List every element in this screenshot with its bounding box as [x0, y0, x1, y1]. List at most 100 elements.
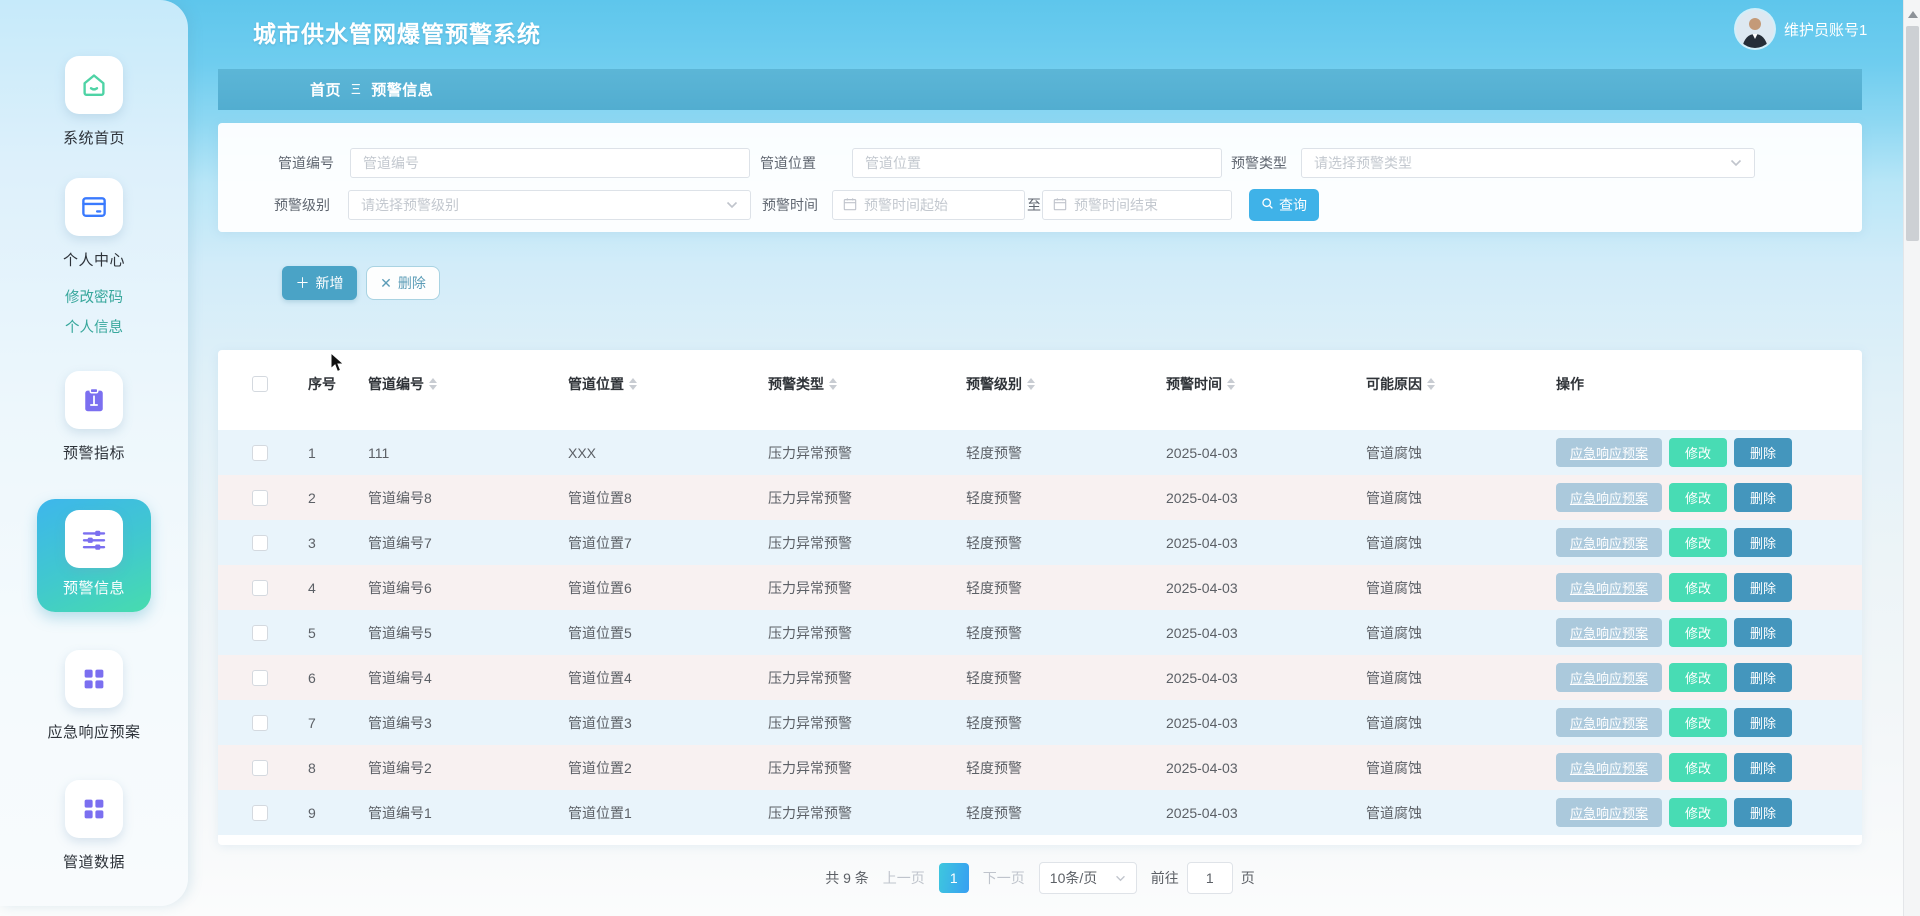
warning-level-select[interactable]: 请选择预警级别: [348, 190, 751, 220]
delete-button[interactable]: 删除: [1734, 798, 1792, 827]
sidebar-label: 管道数据: [63, 851, 125, 872]
next-page-button[interactable]: 下一页: [983, 868, 1025, 888]
row-checkbox[interactable]: [252, 625, 268, 641]
sidebar-item-warning-index[interactable]: 预警指标: [63, 371, 125, 463]
avatar: [1736, 10, 1774, 48]
page-size-select[interactable]: 10条/页: [1039, 862, 1137, 894]
row-checkbox[interactable]: [252, 715, 268, 731]
row-checkbox[interactable]: [252, 760, 268, 776]
header-warning-time[interactable]: 预警时间: [1166, 374, 1366, 394]
sort-icon[interactable]: [829, 378, 837, 390]
cell-cause: 管道腐蚀: [1366, 443, 1556, 463]
goto-page-input[interactable]: [1187, 862, 1233, 894]
user-menu[interactable]: 维护员账号1: [1736, 10, 1867, 48]
breadcrumb-home[interactable]: 首页: [310, 79, 341, 100]
sort-icon[interactable]: [429, 378, 437, 390]
scrollbar-thumb[interactable]: [1906, 26, 1919, 241]
cell-pipe-code: 管道编号3: [368, 713, 568, 733]
pipe-location-input[interactable]: [852, 148, 1222, 178]
profile-card-icon: [65, 178, 123, 236]
header-warning-type[interactable]: 预警类型: [768, 374, 966, 394]
edit-button[interactable]: 修改: [1669, 483, 1727, 512]
cell-cause: 管道腐蚀: [1366, 488, 1556, 508]
sidebar-item-profile[interactable]: 个人中心: [63, 178, 125, 270]
add-button[interactable]: ＋ 新增: [282, 266, 357, 300]
emergency-plan-button[interactable]: 应急响应预案: [1556, 438, 1662, 467]
current-page-button[interactable]: 1: [939, 863, 969, 893]
header-warning-level[interactable]: 预警级别: [966, 374, 1166, 394]
row-checkbox[interactable]: [252, 805, 268, 821]
sort-icon[interactable]: [629, 378, 637, 390]
header-cause[interactable]: 可能原因: [1366, 374, 1556, 394]
warning-time-end-input[interactable]: 预警时间结束: [1042, 190, 1232, 220]
delete-button[interactable]: 删除: [1734, 528, 1792, 557]
calendar-icon: [843, 197, 857, 214]
sort-icon[interactable]: [1227, 378, 1235, 390]
edit-button[interactable]: 修改: [1669, 438, 1727, 467]
edit-button[interactable]: 修改: [1669, 798, 1727, 827]
emergency-plan-button[interactable]: 应急响应预案: [1556, 528, 1662, 557]
close-icon: ✕: [380, 275, 392, 292]
edit-button[interactable]: 修改: [1669, 663, 1727, 692]
header-pipe-location[interactable]: 管道位置: [568, 374, 768, 394]
emergency-plan-button[interactable]: 应急响应预案: [1556, 573, 1662, 602]
delete-button[interactable]: 删除: [1734, 573, 1792, 602]
cell-pipe-location: 管道位置3: [568, 713, 768, 733]
pipe-code-input[interactable]: [350, 148, 750, 178]
row-checkbox[interactable]: [252, 490, 268, 506]
sidebar-item-warning-info-active[interactable]: 预警信息: [37, 499, 151, 612]
cell-index: 5: [308, 625, 368, 641]
delete-button[interactable]: 删除: [1734, 753, 1792, 782]
query-button[interactable]: 查询: [1249, 189, 1319, 221]
cell-cause: 管道腐蚀: [1366, 713, 1556, 733]
edit-button[interactable]: 修改: [1669, 708, 1727, 737]
chevron-down-icon: [1730, 159, 1742, 167]
sort-icon[interactable]: [1027, 378, 1035, 390]
cell-cause: 管道腐蚀: [1366, 668, 1556, 688]
home-icon: [65, 56, 123, 114]
personal-info-link[interactable]: 个人信息: [65, 316, 123, 337]
edit-button[interactable]: 修改: [1669, 753, 1727, 782]
emergency-plan-button[interactable]: 应急响应预案: [1556, 753, 1662, 782]
emergency-plan-button[interactable]: 应急响应预案: [1556, 663, 1662, 692]
prev-page-button[interactable]: 上一页: [883, 868, 925, 888]
cell-pipe-code: 管道编号5: [368, 623, 568, 643]
edit-button[interactable]: 修改: [1669, 573, 1727, 602]
sort-icon[interactable]: [1427, 378, 1435, 390]
emergency-plan-button[interactable]: 应急响应预案: [1556, 798, 1662, 827]
row-checkbox[interactable]: [252, 535, 268, 551]
emergency-plan-button[interactable]: 应急响应预案: [1556, 618, 1662, 647]
warning-type-select[interactable]: 请选择预警类型: [1301, 148, 1755, 178]
cell-warning-time: 2025-04-03: [1166, 715, 1366, 731]
delete-button[interactable]: 删除: [1734, 663, 1792, 692]
change-password-link[interactable]: 修改密码: [65, 286, 123, 307]
add-button-label: 新增: [316, 273, 344, 293]
sidebar-item-pipe-data[interactable]: 管道数据: [63, 780, 125, 872]
select-all-checkbox[interactable]: [252, 376, 268, 392]
cell-pipe-location: 管道位置6: [568, 578, 768, 598]
delete-button[interactable]: 删除: [1734, 708, 1792, 737]
emergency-plan-button[interactable]: 应急响应预案: [1556, 708, 1662, 737]
row-checkbox[interactable]: [252, 445, 268, 461]
sidebar-item-emergency-plan[interactable]: 应急响应预案: [47, 650, 140, 742]
vertical-scrollbar[interactable]: [1903, 0, 1920, 916]
row-checkbox[interactable]: [252, 580, 268, 596]
delete-button[interactable]: 删除: [1734, 438, 1792, 467]
cell-cause: 管道腐蚀: [1366, 758, 1556, 778]
cell-warning-level: 轻度预警: [966, 758, 1166, 778]
sidebar-label: 预警信息: [63, 577, 125, 598]
cell-pipe-code: 管道编号8: [368, 488, 568, 508]
delete-button[interactable]: 删除: [1734, 618, 1792, 647]
header-pipe-code[interactable]: 管道编号: [368, 374, 568, 394]
batch-delete-button[interactable]: ✕ 删除: [366, 266, 440, 300]
warning-time-start-input[interactable]: 预警时间起始: [832, 190, 1025, 220]
edit-button[interactable]: 修改: [1669, 618, 1727, 647]
sidebar-item-home[interactable]: 系统首页: [63, 56, 125, 148]
scroll-up-arrow-icon[interactable]: [1904, 6, 1920, 22]
row-checkbox[interactable]: [252, 670, 268, 686]
cell-warning-level: 轻度预警: [966, 623, 1166, 643]
delete-button[interactable]: 删除: [1734, 483, 1792, 512]
cell-pipe-location: XXX: [568, 445, 768, 461]
emergency-plan-button[interactable]: 应急响应预案: [1556, 483, 1662, 512]
edit-button[interactable]: 修改: [1669, 528, 1727, 557]
